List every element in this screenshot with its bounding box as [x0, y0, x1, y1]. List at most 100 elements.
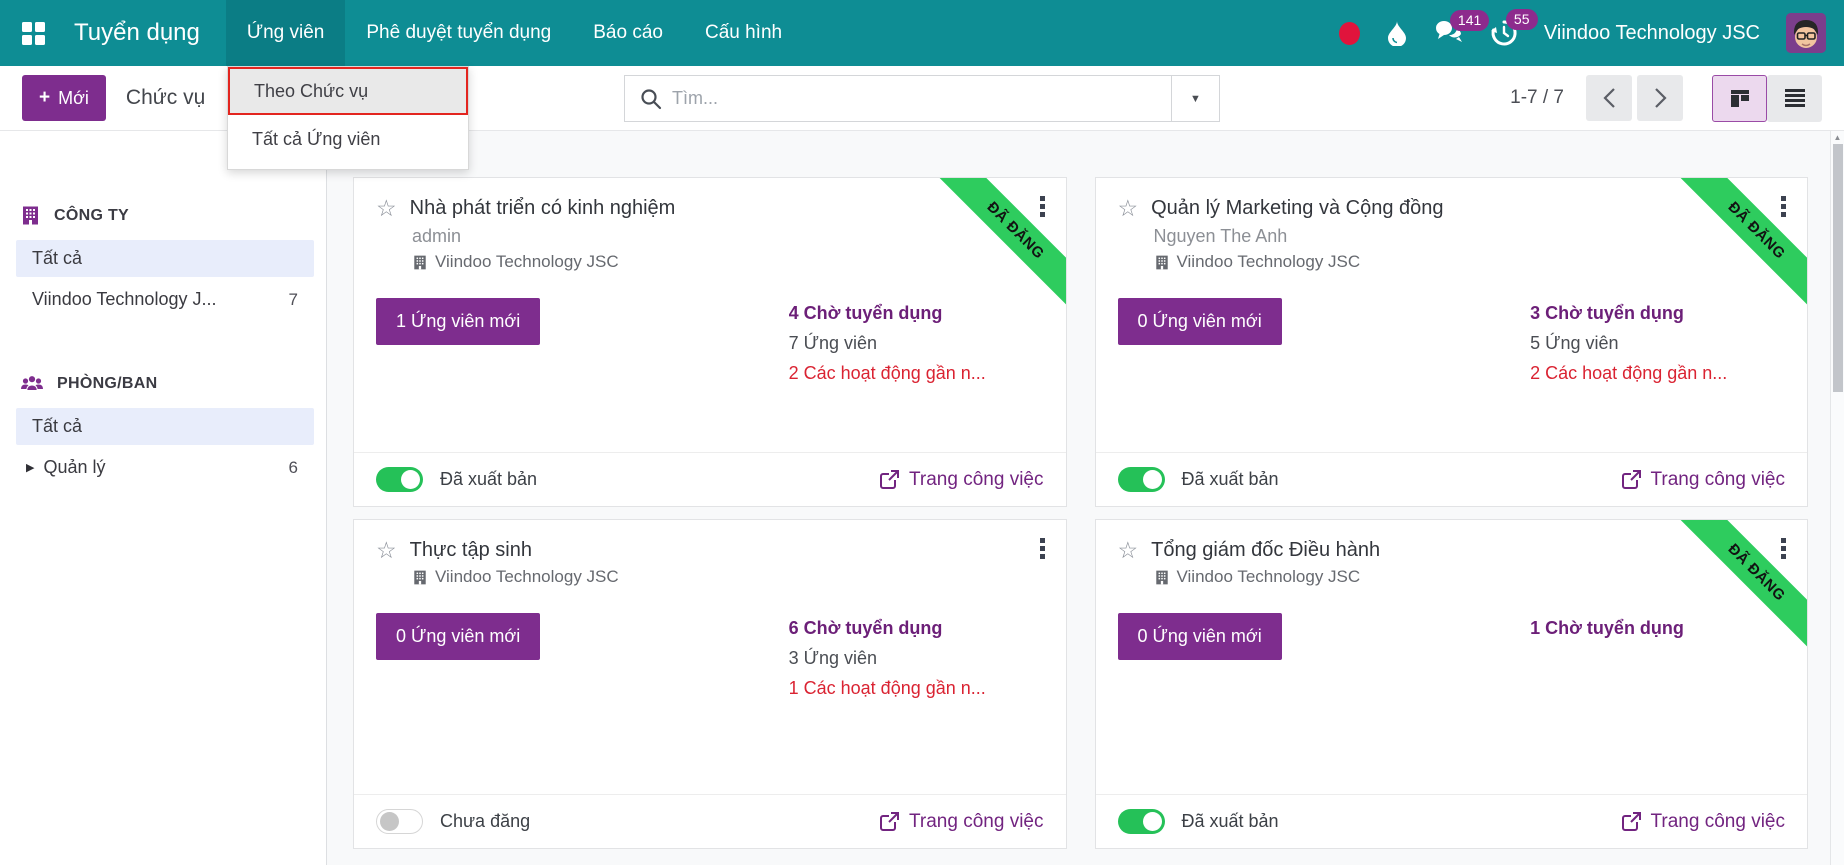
section-header: PHÒNG/BAN	[0, 374, 326, 394]
recording-dot-icon[interactable]	[1338, 21, 1360, 45]
job-card[interactable]: ĐÃ ĐĂNG ☆ Quản lý Marketing và Cộng đồng…	[1094, 177, 1808, 507]
stat-line[interactable]: 2 Các hoạt động gần n...	[789, 358, 1042, 388]
new-applicants-button[interactable]: 0 Ứng viên mới	[1117, 613, 1282, 660]
kebab-menu-icon[interactable]	[1039, 538, 1045, 559]
stat-line[interactable]: 4 Chờ tuyển dụng	[789, 298, 1042, 328]
favorite-star-icon[interactable]: ☆	[376, 197, 397, 220]
website-link-label: Trang công việc	[909, 810, 1044, 832]
toggle-knob	[1142, 470, 1162, 489]
sidebar-item-count: 6	[288, 457, 298, 477]
company-row: Viindoo Technology JSC	[1154, 252, 1784, 272]
app-title[interactable]: Tuyển dụng	[66, 0, 226, 66]
recruiter-name: Nguyen The Anh	[1153, 226, 1288, 246]
new-applicants-button[interactable]: 0 Ứng viên mới	[376, 613, 541, 660]
activities-badge: 55	[1505, 9, 1538, 30]
website-link[interactable]: Trang công việc	[1621, 468, 1785, 491]
stats-block: 6 Chờ tuyển dụng 3 Ứng viên 1 Các hoạt độn…	[789, 613, 1042, 703]
stat-line[interactable]: 7 Ứng viên	[789, 328, 1042, 358]
app-window: Tuyển dụng Ứng viên Phê duyệt tuyển dụng…	[0, 0, 1844, 865]
breadcrumb: Chức vụ	[125, 86, 206, 109]
kanban-grid: ĐÃ ĐĂNG ☆ Nhà phát triển có kinh nghiệm …	[327, 131, 1844, 865]
favorite-star-icon[interactable]: ☆	[1118, 197, 1139, 220]
apps-menu-button[interactable]	[0, 0, 66, 66]
stat-line[interactable]: 1 Chờ tuyển dụng	[1530, 613, 1783, 643]
search-icon	[640, 88, 662, 110]
publish-toggle[interactable]	[1117, 809, 1165, 834]
kebab-menu-icon[interactable]	[1781, 196, 1786, 217]
section-title: CÔNG TY	[54, 206, 129, 224]
building-icon	[1155, 255, 1168, 269]
kebab-menu-icon[interactable]	[1781, 538, 1786, 559]
publish-status-label: Chưa đăng	[440, 811, 531, 831]
search-options-button[interactable]: ▼	[1171, 75, 1220, 122]
sidebar-item-label: Quản lý	[43, 457, 106, 477]
pager-next-button[interactable]	[1637, 75, 1683, 121]
vertical-scrollbar[interactable]: ▲	[1830, 131, 1844, 865]
nav-item-bao-cao[interactable]: Báo cáo	[572, 0, 684, 66]
company-row: Viindoo Technology JSC	[1154, 567, 1784, 587]
droplet-button[interactable]	[1386, 20, 1408, 46]
job-card[interactable]: ĐÃ ĐĂNG ☆ Nhà phát triển có kinh nghiệm …	[353, 177, 1067, 507]
dropdown-item[interactable]: Tất cả Ứng viên	[228, 115, 468, 163]
sidebar-item[interactable]: ▶ Quản lý 6	[16, 449, 314, 486]
nav-item-cau-hinh[interactable]: Cấu hình	[684, 0, 803, 66]
job-title[interactable]: Nhà phát triển có kinh nghiệm	[410, 197, 676, 220]
expand-caret-icon[interactable]: ▶	[26, 461, 34, 474]
company-switcher[interactable]: Viindoo Technology JSC	[1544, 22, 1760, 45]
publish-toggle[interactable]	[1117, 467, 1165, 492]
kebab-menu-icon[interactable]	[1039, 196, 1045, 217]
building-icon	[23, 206, 38, 225]
stat-line[interactable]: 5 Ứng viên	[1530, 328, 1783, 358]
website-link-label: Trang công việc	[1650, 810, 1785, 832]
nav-item-phe-duyet[interactable]: Phê duyệt tuyển dụng	[345, 0, 572, 66]
content-area: CÔNG TY Tất cả Viindoo Technology J... 7 P…	[0, 131, 1844, 865]
website-link[interactable]: Trang công việc	[880, 810, 1044, 833]
scroll-up-arrow-icon[interactable]: ▲	[1831, 131, 1844, 144]
website-link[interactable]: Trang công việc	[880, 469, 1044, 491]
user-avatar[interactable]	[1786, 13, 1826, 53]
favorite-star-icon[interactable]: ☆	[1118, 539, 1139, 562]
toggle-knob	[380, 812, 399, 831]
publish-toggle[interactable]	[376, 467, 423, 492]
job-card[interactable]: ☆ Thực tập sinh Viindoo Technology JSC 0…	[353, 519, 1067, 849]
pager-previous-button[interactable]	[1586, 75, 1632, 121]
new-button-label: Mới	[58, 87, 89, 108]
stat-line[interactable]: 6 Chờ tuyển dụng	[789, 613, 1042, 643]
card-footer: Đã xuất bản Trang công việc	[1095, 452, 1807, 506]
website-link-label: Trang công việc	[1650, 468, 1785, 490]
dropdown-item[interactable]: Theo Chức vụ	[228, 67, 468, 115]
plus-icon: +	[39, 87, 51, 108]
scrollbar-thumb[interactable]	[1833, 144, 1843, 392]
job-title[interactable]: Quản lý Marketing và Cộng đồng	[1151, 197, 1443, 220]
list-view-button[interactable]	[1767, 74, 1822, 122]
job-title[interactable]: Tổng giám đốc Điều hành	[1151, 539, 1380, 562]
chevron-down-icon: ▼	[1190, 92, 1201, 105]
stat-line[interactable]: 2 Các hoạt động gần n...	[1530, 358, 1783, 388]
droplet-icon	[1387, 21, 1406, 46]
card-footer: Đã xuất bản Trang công việc	[354, 452, 1066, 506]
new-applicants-button[interactable]: 0 Ứng viên mới	[1117, 298, 1282, 345]
job-card[interactable]: ĐÃ ĐĂNG ☆ Tổng giám đốc Điều hành Viindo…	[1094, 519, 1808, 849]
nav-item-ung-vien[interactable]: Ứng viên	[225, 0, 346, 66]
card-footer: Đã xuất bản Trang công việc	[1095, 794, 1807, 848]
activities-button[interactable]: 55	[1490, 9, 1538, 47]
publish-toggle[interactable]	[376, 809, 423, 834]
search-bar: ▼	[624, 75, 1220, 122]
external-link-icon	[1621, 812, 1641, 831]
building-icon	[414, 570, 426, 584]
stat-line[interactable]: 3 Chờ tuyển dụng	[1530, 298, 1783, 328]
kanban-view-button[interactable]	[1712, 74, 1767, 122]
sidebar-item[interactable]: Tất cả	[16, 240, 314, 277]
job-title[interactable]: Thực tập sinh	[410, 539, 532, 562]
new-applicants-button[interactable]: 1 Ứng viên mới	[376, 298, 541, 345]
search-input[interactable]	[672, 76, 1172, 121]
stat-line[interactable]: 1 Các hoạt động gần n...	[789, 673, 1042, 703]
stat-line[interactable]: 3 Ứng viên	[789, 643, 1042, 673]
sidebar-item[interactable]: Viindoo Technology J... 7	[16, 281, 314, 318]
favorite-star-icon[interactable]: ☆	[376, 539, 397, 562]
navbar-systray: 141 55 Viindoo Technology JSC	[1338, 0, 1844, 66]
new-record-button[interactable]: + Mới	[22, 75, 106, 121]
sidebar-item[interactable]: Tất cả	[16, 408, 314, 445]
website-link[interactable]: Trang công việc	[1621, 810, 1785, 833]
messages-button[interactable]: 141	[1434, 10, 1490, 46]
